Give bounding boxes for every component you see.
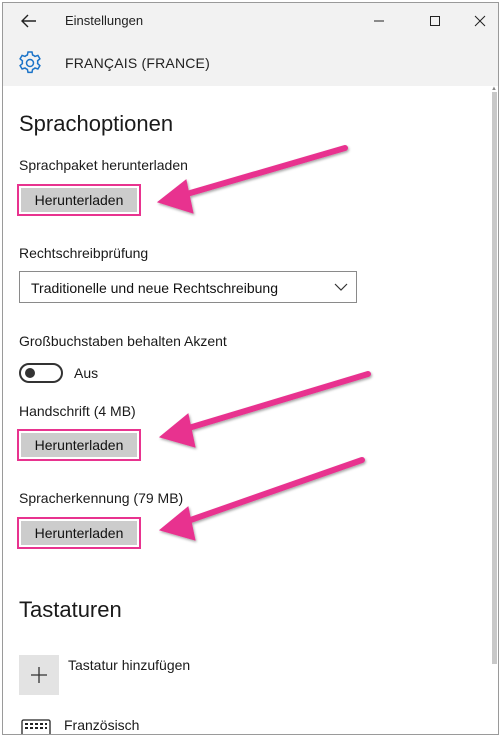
- gear-icon: [19, 51, 41, 74]
- chevron-down-icon: [334, 283, 348, 291]
- spell-check-selected: Traditionelle und neue Rechtschreibung: [31, 280, 278, 296]
- back-arrow-icon[interactable]: [17, 9, 41, 33]
- spell-check-label: Rechtschreibprüfung: [19, 245, 149, 261]
- language-title: FRANÇAIS (FRANCE): [65, 55, 210, 71]
- keyboards-heading: Tastaturen: [19, 597, 122, 622]
- language-options-heading: Sprachoptionen: [19, 111, 174, 136]
- minimize-icon: [374, 20, 384, 22]
- maximize-button[interactable]: [417, 7, 453, 35]
- keyboard-icon: [21, 719, 51, 734]
- accent-toggle[interactable]: [19, 363, 63, 383]
- page-header: FRANÇAIS (FRANCE): [3, 40, 498, 86]
- close-icon: [474, 15, 486, 27]
- maximize-icon: [430, 16, 440, 26]
- language-pack-label: Sprachpaket herunterladen: [19, 157, 188, 173]
- speech-download-button[interactable]: Herunterladen: [17, 517, 141, 549]
- scrollbar-thumb[interactable]: [492, 92, 497, 664]
- plus-icon: [31, 667, 47, 683]
- add-keyboard-button[interactable]: [19, 655, 59, 695]
- settings-window: Einstellungen FRANÇAIS (FRANCE) ▲ Sprach…: [2, 2, 499, 735]
- title-bar: Einstellungen: [3, 3, 498, 40]
- accent-toggle-state: Aus: [74, 365, 99, 381]
- handwriting-download-button[interactable]: Herunterladen: [17, 429, 141, 461]
- download-button-label: Herunterladen: [21, 521, 137, 545]
- spell-check-dropdown[interactable]: Traditionelle und neue Rechtschreibung: [19, 271, 357, 303]
- minimize-button[interactable]: [361, 7, 397, 35]
- download-button-label: Herunterladen: [21, 433, 137, 457]
- keyboard-item-label[interactable]: Französisch: [64, 717, 139, 733]
- add-keyboard-label[interactable]: Tastatur hinzufügen: [68, 657, 190, 673]
- speech-label: Spracherkennung (79 MB): [19, 490, 184, 506]
- toggle-knob: [25, 368, 35, 378]
- accent-label: Großbuchstaben behalten Akzent: [19, 333, 227, 349]
- download-button-label: Herunterladen: [21, 188, 137, 212]
- handwriting-label: Handschrift (4 MB): [19, 403, 136, 419]
- window-title: Einstellungen: [65, 13, 144, 28]
- language-pack-download-button[interactable]: Herunterladen: [17, 184, 141, 216]
- close-button[interactable]: [462, 7, 498, 35]
